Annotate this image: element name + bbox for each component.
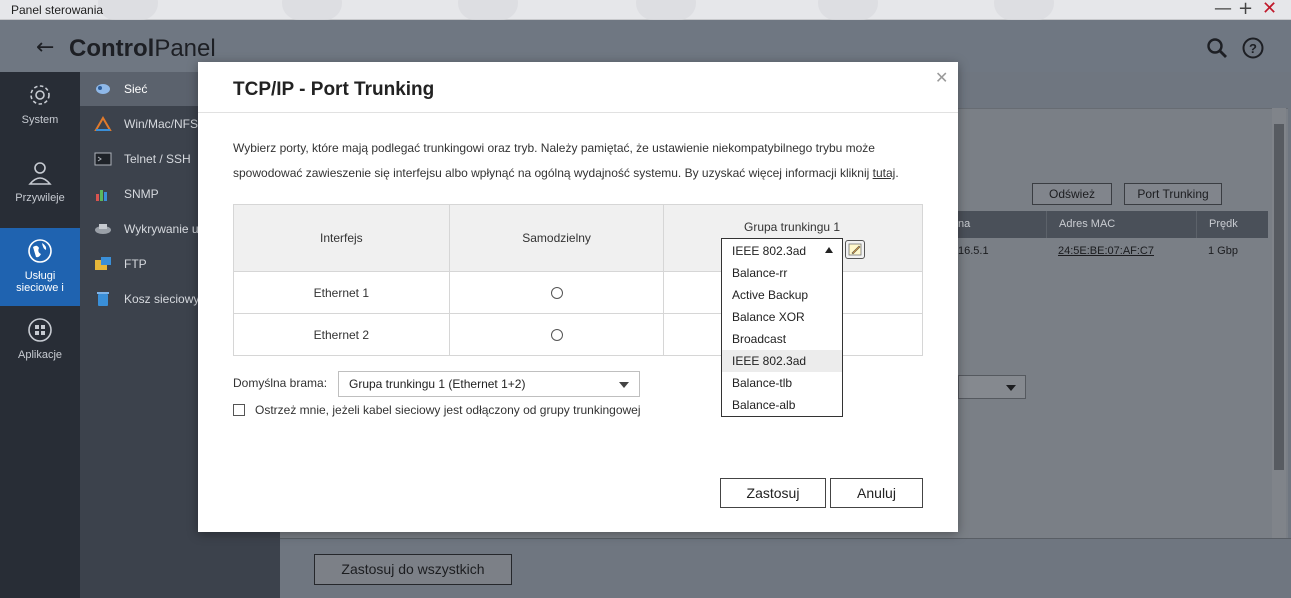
rail-item-label: Aplikacje (17, 349, 63, 361)
apps-grid-icon (28, 318, 52, 342)
nav-item-label: Kosz sieciowy (124, 292, 200, 306)
network-icon (96, 84, 110, 94)
chevron-up-icon (825, 247, 833, 253)
scrollbar-thumb[interactable] (1274, 124, 1284, 470)
nav-item-label: SNMP (124, 187, 159, 201)
trunk-mode-option[interactable]: Active Backup (722, 284, 842, 306)
column-header-interface: Interfejs (233, 204, 450, 272)
help-link[interactable]: tutaj (873, 166, 896, 180)
close-window-icon[interactable]: ✕ (1262, 0, 1277, 18)
standalone-cell (448, 313, 665, 356)
nav-item-label: Wykrywanie u (124, 222, 199, 236)
trunk-mode-value: IEEE 802.3ad (732, 244, 807, 258)
app-title: ControlPanel (69, 35, 216, 62)
interface-name: Ethernet 1 (233, 271, 450, 314)
nav-item-label: Telnet / SSH (124, 152, 191, 166)
trunk-mode-option[interactable]: Balance-rr (722, 262, 842, 284)
discovery-icon (95, 224, 111, 234)
warn-checkbox[interactable] (233, 404, 245, 416)
interface-name: Ethernet 2 (233, 313, 450, 356)
rail-item-system[interactable]: System (0, 82, 80, 142)
nav-item-label: Sieć (124, 82, 148, 96)
trunk-mode-option[interactable]: Balance-alb (722, 394, 842, 416)
trunk-mode-option[interactable]: Broadcast (722, 328, 842, 350)
terminal-icon (94, 152, 112, 166)
standalone-radio[interactable] (550, 287, 563, 300)
window-title: Panel sterowania (11, 3, 104, 17)
window-titlebar: Panel sterowania — + ✕ (0, 0, 1291, 20)
user-icon (28, 162, 52, 185)
maximize-icon[interactable]: + (1238, 0, 1253, 18)
description-end: . (895, 166, 899, 180)
column-header-speed: Prędk (1196, 211, 1268, 238)
description-line: Wybierz porty, które mają podlegać trunk… (233, 141, 875, 155)
trunk-mode-select[interactable]: IEEE 802.3ad (721, 238, 843, 262)
trunk-mode-option[interactable]: IEEE 802.3ad (722, 350, 842, 372)
cancel-button[interactable]: Anuluj (830, 478, 923, 508)
dialog-title: TCP/IP - Port Trunking (233, 79, 435, 100)
refresh-button[interactable]: Odśwież (1032, 183, 1112, 205)
column-header-standalone: Samodzielny (448, 204, 665, 272)
column-header-name: na (946, 211, 1046, 238)
apply-all-button[interactable]: Zastosuj do wszystkich (314, 554, 512, 585)
gear-icon (30, 85, 50, 105)
faded-app-icon (458, 0, 518, 20)
port-trunking-button[interactable]: Port Trunking (1124, 183, 1222, 205)
trunk-mode-option[interactable]: Balance XOR (722, 306, 842, 328)
faded-app-icon (994, 0, 1054, 20)
triangle-icon (94, 116, 112, 131)
row-mac: 24:5E:BE:07:AF:C7 (1058, 245, 1154, 257)
faded-app-icon (282, 0, 342, 20)
svg-text:?: ? (1249, 41, 1257, 56)
divider (198, 112, 958, 113)
row-ip: 16.5.1 (958, 245, 989, 257)
trunk-mode-option[interactable]: Balance-tlb (722, 372, 842, 394)
faded-app-icon (98, 0, 158, 20)
minimize-icon[interactable]: — (1214, 0, 1232, 18)
rail-item-privileges[interactable]: Przywileje (0, 160, 80, 220)
rail-item-network-services[interactable]: Usługi sieciowe i (0, 228, 80, 306)
recycle-bin-icon (97, 292, 109, 306)
trunk-group-label: Grupa trunkingu 1 (744, 220, 841, 234)
help-icon[interactable]: ? (1241, 36, 1265, 60)
chevron-down-icon (619, 382, 629, 388)
rail-item-label: Przywileje (15, 192, 65, 204)
row-speed: 1 Gbp (1208, 245, 1238, 257)
back-arrow-icon[interactable]: ← (36, 35, 54, 60)
apply-button[interactable]: Zastosuj (720, 478, 826, 508)
column-header-mac: Adres MAC (1046, 211, 1196, 238)
port-trunking-dialog: TCP/IP - Port Trunking ✕ Wybierz porty, … (198, 62, 958, 532)
dialog-description: Wybierz porty, które mają podlegać trunk… (233, 136, 933, 186)
globe-icon (28, 239, 52, 263)
rail-item-label: Usługi sieciowe i (16, 270, 64, 294)
faded-app-icon (818, 0, 878, 20)
standalone-cell (448, 271, 665, 314)
gateway-label: Domyślna brama: (233, 376, 328, 390)
ftp-icon (95, 257, 111, 270)
gateway-value: Grupa trunkingu 1 (Ethernet 1+2) (349, 377, 526, 391)
nav-item-label: FTP (124, 257, 147, 271)
faded-app-icon (636, 0, 696, 20)
nav-item-label: Win/Mac/NFS (124, 117, 199, 131)
rail-item-applications[interactable]: Aplikacje (0, 317, 80, 377)
search-icon[interactable] (1205, 36, 1229, 60)
pencil-icon (848, 243, 862, 256)
bar-chart-icon (96, 190, 107, 201)
rail-item-label: System (21, 114, 59, 126)
close-icon[interactable]: ✕ (935, 68, 948, 87)
description-line: spowodować zawieszenie się interfejsu al… (233, 166, 873, 180)
background-select[interactable] (958, 375, 1026, 399)
edit-button[interactable] (845, 240, 865, 259)
main-sidebar: System Przywileje Usługi sieciowe i Apli… (0, 72, 80, 598)
warn-label: Ostrzeż mnie, jeżeli kabel sieciowy jest… (255, 403, 641, 417)
trunk-mode-options: Balance-rr Active Backup Balance XOR Broadc… (721, 262, 843, 417)
gateway-select[interactable]: Grupa trunkingu 1 (Ethernet 1+2) (338, 371, 640, 397)
standalone-radio[interactable] (550, 329, 563, 342)
